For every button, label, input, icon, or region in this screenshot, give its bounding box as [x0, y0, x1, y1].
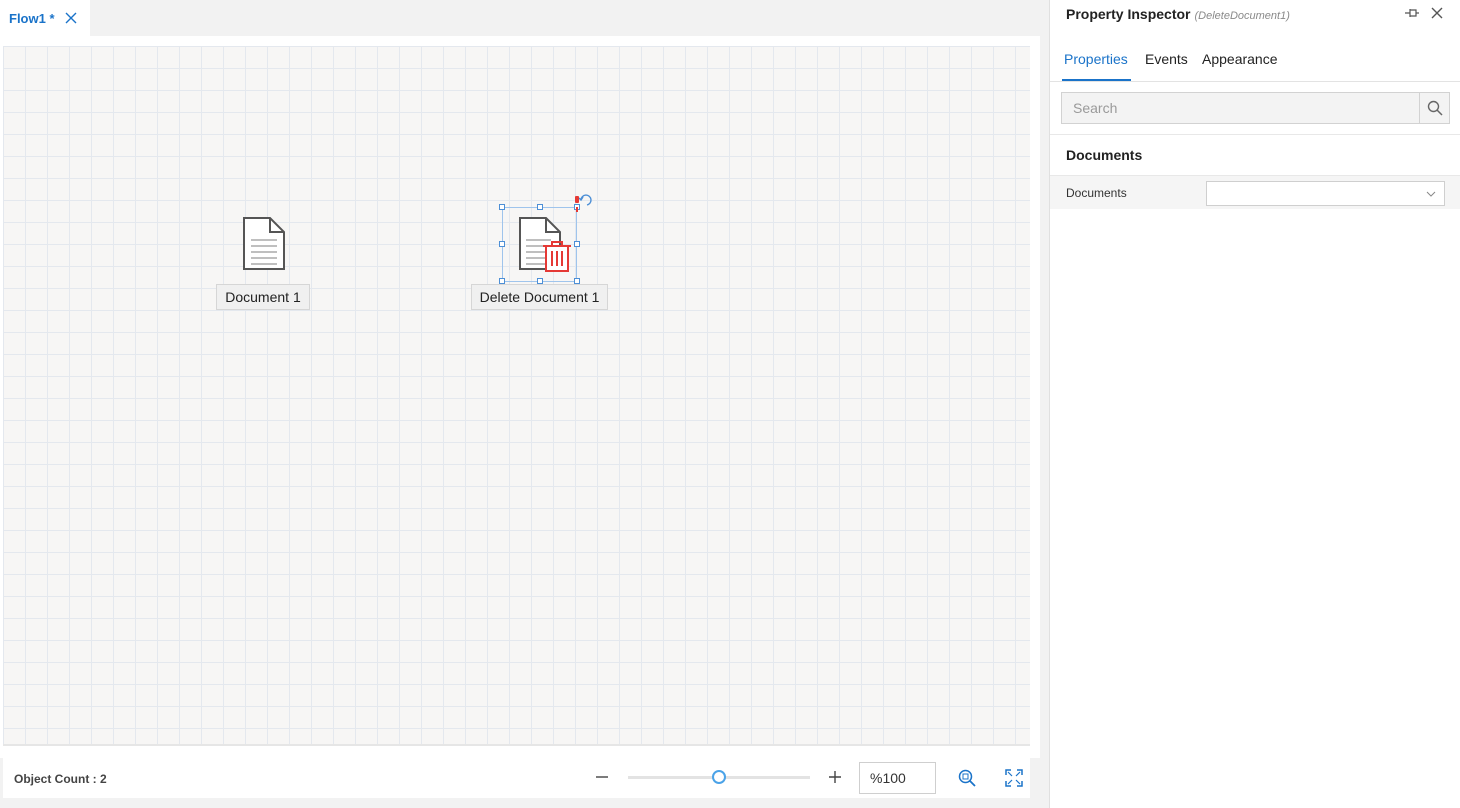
- resize-handle[interactable]: [499, 241, 505, 247]
- divider: [1050, 134, 1460, 135]
- property-label: Documents: [1066, 186, 1127, 200]
- resize-handle[interactable]: [537, 278, 543, 284]
- property-row: Documents: [1050, 175, 1460, 209]
- document-tab-bar: Flow1 *: [0, 0, 1040, 36]
- search-input[interactable]: [1062, 93, 1419, 123]
- tab-appearance[interactable]: Appearance: [1202, 51, 1278, 67]
- document-icon: [243, 217, 285, 270]
- inspector-title-text: Property Inspector: [1066, 6, 1191, 22]
- resize-handle[interactable]: [499, 204, 505, 210]
- zoom-slider-thumb[interactable]: [712, 770, 726, 784]
- tab-label: Flow1 *: [9, 10, 55, 26]
- inspector-subtitle: (DeleteDocument1): [1194, 10, 1290, 22]
- section-title: Documents: [1066, 147, 1143, 163]
- close-icon[interactable]: [1430, 6, 1444, 20]
- fit-to-screen-icon[interactable]: [1004, 768, 1024, 788]
- tab-flow1[interactable]: Flow1 *: [0, 0, 90, 36]
- resize-handle[interactable]: [574, 278, 580, 284]
- resize-handle[interactable]: [499, 278, 505, 284]
- zoom-fit-icon[interactable]: [957, 768, 977, 788]
- property-inspector-panel: Property Inspector (DeleteDocument1) Prop…: [1049, 0, 1460, 808]
- canvas-area: Document 1 Delete Document 1: [0, 36, 1040, 758]
- status-bar: Object Count : 2 %100: [0, 758, 1040, 808]
- tab-events[interactable]: Events: [1145, 51, 1188, 67]
- node-label[interactable]: Delete Document 1: [471, 284, 608, 310]
- node-label[interactable]: Document 1: [216, 284, 310, 310]
- selection-box: [502, 207, 577, 282]
- pin-icon[interactable]: [1404, 5, 1420, 21]
- chevron-down-icon: [1426, 191, 1436, 197]
- search-button[interactable]: [1419, 93, 1450, 123]
- zoom-in-icon[interactable]: [826, 768, 844, 786]
- search-icon: [1427, 100, 1443, 116]
- resize-handle[interactable]: [537, 204, 543, 210]
- zoom-level-input[interactable]: %100: [859, 762, 936, 794]
- documents-dropdown[interactable]: [1206, 181, 1445, 206]
- zoom-out-icon[interactable]: [593, 768, 611, 786]
- inspector-tabs: Properties Events Appearance: [1050, 40, 1460, 82]
- flow-canvas[interactable]: Document 1 Delete Document 1: [3, 46, 1030, 746]
- object-count: Object Count : 2: [14, 772, 107, 786]
- close-tab-icon[interactable]: [64, 11, 78, 25]
- tab-properties[interactable]: Properties: [1064, 51, 1128, 67]
- active-tab-indicator: [1062, 79, 1131, 81]
- inspector-title: Property Inspector (DeleteDocument1): [1066, 6, 1290, 22]
- status-bar-panel: Object Count : 2 %100: [3, 758, 1030, 798]
- rotate-handle-icon[interactable]: [571, 192, 593, 218]
- resize-handle[interactable]: [574, 241, 580, 247]
- search-box: [1061, 92, 1450, 124]
- document-node[interactable]: [239, 216, 289, 272]
